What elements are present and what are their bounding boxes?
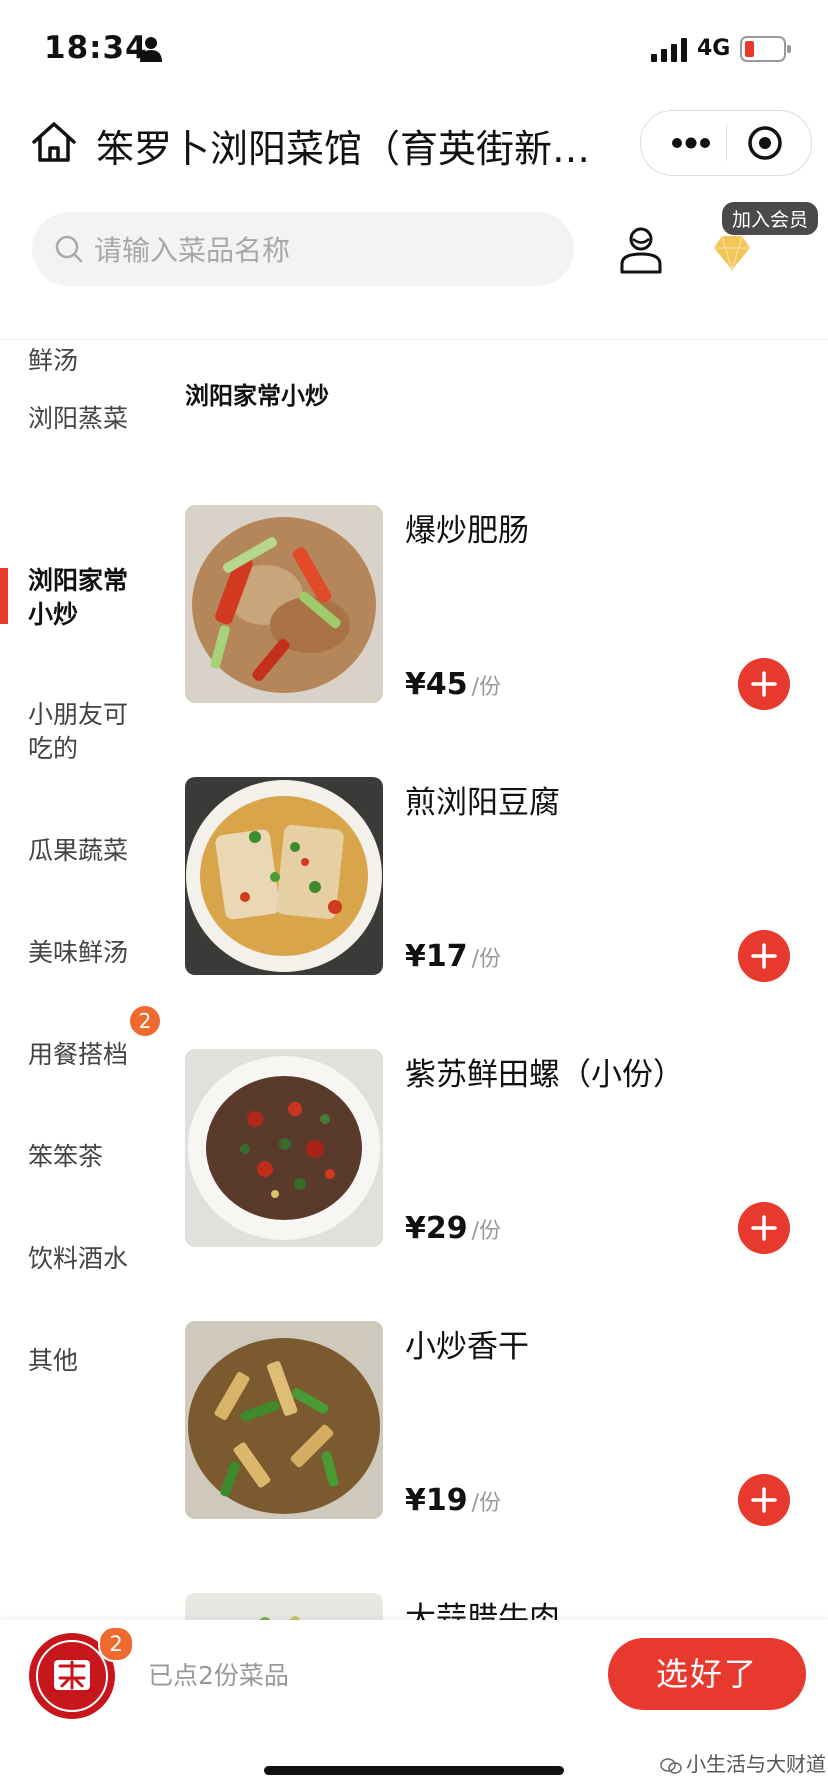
sidebar-item-tea[interactable]: 笨笨茶: [28, 1140, 148, 1174]
checkout-button[interactable]: 选好了: [608, 1638, 806, 1710]
person-icon: [140, 37, 162, 62]
watermark: 小生活与大财道: [660, 1748, 826, 1777]
dish-item[interactable]: 爆炒肥肠 ¥45/份: [185, 505, 815, 710]
price-value: ¥17: [405, 939, 468, 974]
diamond-icon: [714, 235, 750, 273]
more-icon[interactable]: [667, 125, 715, 161]
price-unit: /份: [471, 1219, 502, 1244]
price-value: ¥29: [405, 1211, 468, 1246]
sidebar-item-soup[interactable]: 美味鲜汤: [28, 936, 148, 970]
battery-icon: [740, 36, 791, 62]
add-to-cart-icon[interactable]: [738, 1202, 790, 1254]
cart-bar: 2 已点2份菜品 选好了 小生活与大财道: [0, 1620, 828, 1792]
sidebar-count-badge: 2: [130, 1006, 160, 1036]
category-sidebar: 今日蔬菜/鲜汤 浏阳蒸菜 浏阳家常小炒 小朋友可吃的 瓜果蔬菜 美味鲜汤 用餐搭…: [0, 340, 170, 1620]
price-value: ¥45: [405, 667, 468, 702]
sidebar-item-other[interactable]: 其他: [28, 1344, 148, 1378]
wechat-icon: [660, 1757, 682, 1774]
dish-name: 爆炒肥肠: [405, 513, 529, 549]
dish-price: ¥45/份: [405, 667, 501, 702]
dish-image: [185, 1321, 383, 1519]
dish-name: 大蒜腊牛肉: [405, 1601, 560, 1620]
sidebar-item-fruit-veg[interactable]: 瓜果蔬菜: [28, 834, 148, 868]
dish-item[interactable]: 紫苏鲜田螺（小份） ¥29/份: [185, 1049, 815, 1254]
watermark-text: 小生活与大财道: [686, 1752, 826, 1776]
dish-name: 煎浏阳豆腐: [405, 785, 560, 821]
dish-name: 紫苏鲜田螺（小份）: [405, 1057, 684, 1093]
add-to-cart-icon[interactable]: [738, 658, 790, 710]
dish-name: 小炒香干: [405, 1329, 529, 1365]
cart-summary: 已点2份菜品: [148, 1661, 289, 1690]
active-indicator: [0, 568, 8, 624]
dish-item[interactable]: 煎浏阳豆腐 ¥17/份: [185, 777, 815, 982]
mini-program-capsule: [640, 110, 812, 176]
dish-price: ¥29/份: [405, 1211, 501, 1246]
price-value: ¥19: [405, 1483, 468, 1518]
network-type: 4G: [697, 36, 731, 61]
price-unit: /份: [471, 1491, 502, 1516]
dish-item[interactable]: 大蒜腊牛肉: [185, 1593, 815, 1620]
search-box[interactable]: [32, 212, 574, 288]
status-bar: 18:34 4G: [0, 0, 828, 100]
dish-list: 浏阳家常小炒 爆炒肥肠 ¥45/份 煎浏阳豆腐 ¥17 /份 紫苏鲜田螺（小份）…: [170, 340, 828, 1620]
dish-item[interactable]: 小炒香干 ¥19/份: [185, 1321, 815, 1526]
join-member-button[interactable]: 加入会员: [700, 200, 819, 280]
sidebar-item-kids[interactable]: 小朋友可吃的: [28, 698, 148, 766]
add-to-cart-icon[interactable]: [738, 1474, 790, 1526]
search-icon: [55, 235, 83, 263]
status-time: 18:34: [44, 30, 148, 66]
price-unit: /份: [471, 675, 502, 700]
sidebar-item-drinks[interactable]: 饮料酒水: [28, 1242, 148, 1276]
add-to-cart-icon[interactable]: [738, 930, 790, 982]
dish-image: [185, 1049, 383, 1247]
sidebar-item-vegetables-soup[interactable]: 今日蔬菜/鲜汤: [28, 340, 148, 378]
sidebar-item-dining-partner[interactable]: 用餐搭档: [28, 1038, 148, 1072]
dish-price: ¥17/份: [405, 939, 501, 974]
title-bar: 笨罗卜浏阳菜馆（育英街新…: [0, 100, 828, 190]
category-title: 浏阳家常小炒: [185, 382, 329, 410]
home-icon[interactable]: [30, 118, 78, 166]
member-tag: 加入会员: [722, 202, 819, 235]
sidebar-item-steamed[interactable]: 浏阳蒸菜: [28, 402, 148, 436]
shop-title: 笨罗卜浏阳菜馆（育英街新…: [96, 127, 591, 171]
signal-icon: [651, 38, 687, 62]
capsule-divider: [726, 125, 727, 161]
dish-image: [185, 1593, 383, 1620]
cart-count-badge: 2: [98, 1626, 134, 1662]
dish-image: [185, 505, 383, 703]
sidebar-item-stir-fry[interactable]: 浏阳家常小炒: [28, 564, 148, 632]
price-unit: /份: [471, 947, 502, 972]
close-target-icon[interactable]: [745, 123, 785, 163]
user-profile-icon[interactable]: [618, 226, 664, 274]
search-input[interactable]: [92, 212, 556, 288]
dish-price: ¥19/份: [405, 1483, 501, 1518]
home-indicator: [264, 1766, 564, 1775]
dish-image: [185, 777, 383, 975]
